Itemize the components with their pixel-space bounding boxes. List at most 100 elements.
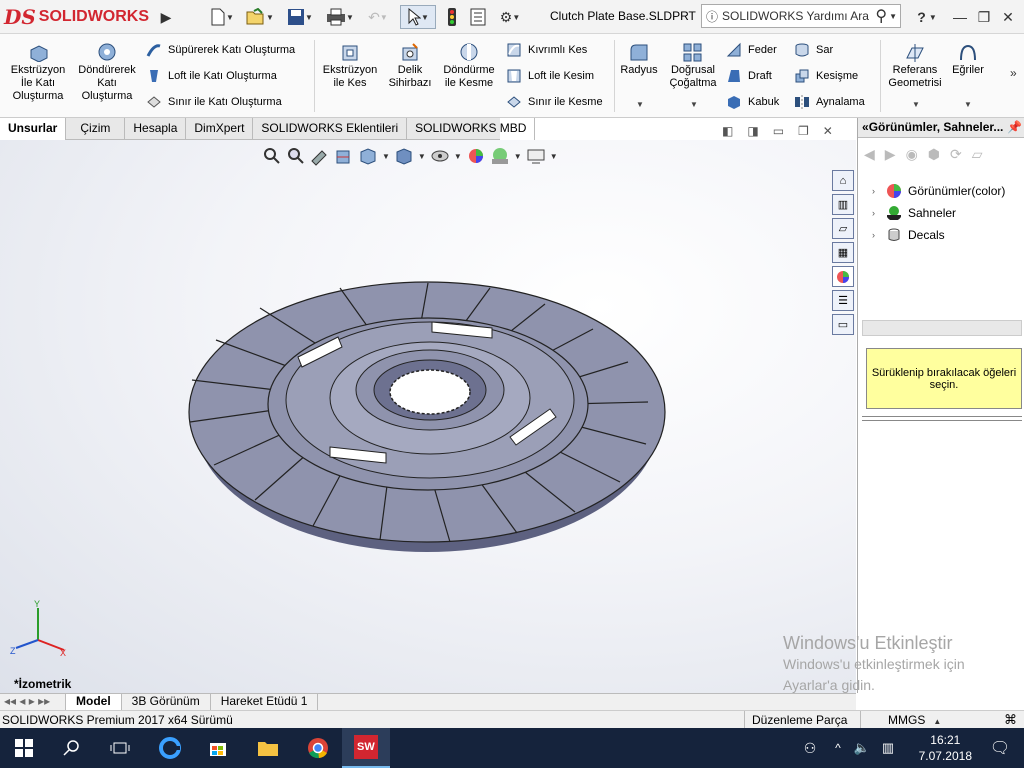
tag-icon[interactable]: ⌘ xyxy=(1004,712,1017,728)
view-settings-dropdown-icon[interactable]: ▼ xyxy=(550,152,558,161)
windows-start-icon[interactable] xyxy=(0,728,48,768)
search-taskbar-icon[interactable] xyxy=(48,728,96,768)
tile-left-icon[interactable]: ◧ xyxy=(722,124,733,138)
tree-item-decals[interactable]: › Decals xyxy=(872,226,945,244)
help-button[interactable]: ? ▼ xyxy=(912,5,942,29)
zoom-to-fit-icon[interactable] xyxy=(262,146,282,166)
solidworks-taskbar-icon[interactable]: SW xyxy=(342,728,390,768)
tab-3d-view[interactable]: 3B Görünüm xyxy=(122,694,211,710)
options-gear-icon[interactable]: ⚙ ▼ xyxy=(494,5,526,29)
tab-model[interactable]: Model xyxy=(66,694,122,710)
tree-item-appearances[interactable]: › Görünümler(color) xyxy=(872,182,1005,200)
undo-icon[interactable]: ↶ ▼ xyxy=(362,5,394,29)
appearances-tab-icon[interactable] xyxy=(832,266,854,287)
solidworks-logo[interactable]: DS SOLIDWORKS xyxy=(4,5,154,29)
forward-icon[interactable]: ▶ xyxy=(885,146,896,163)
tab-addins[interactable]: SOLIDWORKS Eklentileri xyxy=(253,118,408,140)
curves-button[interactable]: Eğriler xyxy=(948,42,988,77)
hide-show-dropdown-icon[interactable]: ▼ xyxy=(454,152,462,161)
forum-icon[interactable]: ▭ xyxy=(832,314,854,335)
fillet-button[interactable]: Radyus xyxy=(618,42,660,77)
sweep-button[interactable]: Süpürerek Katı Oluşturma xyxy=(146,40,295,60)
view-palette-icon[interactable]: ▦ xyxy=(832,242,854,263)
tab-features[interactable]: Unsurlar xyxy=(0,118,67,140)
units-selector[interactable]: MMGS ▲ xyxy=(888,713,941,727)
people-icon[interactable]: ⚇ xyxy=(796,728,824,768)
file-explorer-taskbar-icon[interactable] xyxy=(244,728,292,768)
shell-button[interactable]: Kabuk xyxy=(726,92,779,112)
zoom-to-area-icon[interactable] xyxy=(286,146,306,166)
notifications-icon[interactable]: 🗨 xyxy=(976,728,1024,768)
search-dropdown-icon[interactable]: ▼ xyxy=(889,12,897,21)
close-icon[interactable]: ✕ xyxy=(998,5,1018,29)
linear-pattern-button[interactable]: Doğrusal Çoğaltma xyxy=(664,42,722,90)
view-settings-icon[interactable] xyxy=(526,146,546,166)
boundary-cut-button[interactable]: Sınır ile Kesme xyxy=(506,92,603,112)
draft-button[interactable]: Draft xyxy=(726,66,772,86)
menu-expand-arrow-icon[interactable]: ▶ xyxy=(160,5,172,29)
hide-show-items-icon[interactable] xyxy=(430,146,450,166)
expand-arrow-icon[interactable]: › xyxy=(872,208,886,218)
extrude-button[interactable]: Ekstrüzyon İle Katı Oluşturma xyxy=(6,42,70,103)
panel-splitter[interactable] xyxy=(862,416,1022,421)
chrome-icon[interactable] xyxy=(294,728,342,768)
collapse-icon[interactable]: « xyxy=(862,120,869,134)
add-to-library-icon[interactable]: ◉ xyxy=(906,146,918,163)
clutch-plate-model[interactable] xyxy=(180,262,680,562)
home-icon[interactable]: ⌂ xyxy=(832,170,854,191)
tab-sketch[interactable]: Çizim xyxy=(66,118,126,140)
tab-motion-study[interactable]: Hareket Etüdü 1 xyxy=(211,694,319,710)
folder-icon[interactable]: ▱ xyxy=(972,146,983,163)
display-style-dropdown-icon[interactable]: ▼ xyxy=(418,152,426,161)
tile-right-icon[interactable]: ◨ xyxy=(747,124,758,138)
pin-icon[interactable]: 📌 xyxy=(1007,120,1022,134)
mirror-button[interactable]: Aynalama xyxy=(794,92,865,112)
swept-cut-button[interactable]: Kıvrımlı Kes xyxy=(506,40,587,60)
rib-button[interactable]: Feder xyxy=(726,40,777,60)
tab-scroll-arrows-icon[interactable]: ◂◂ ◂ ▸ ▸▸ xyxy=(0,694,66,710)
save-icon[interactable]: ▼ xyxy=(284,5,316,29)
show-hidden-icons-icon[interactable]: ^ xyxy=(828,728,848,768)
task-view-icon[interactable] xyxy=(96,728,144,768)
previous-view-icon[interactable] xyxy=(310,146,330,166)
taskbar-clock[interactable]: 16:21 7.07.2018 xyxy=(919,732,972,764)
open-icon[interactable]: ▼ xyxy=(244,5,276,29)
boundary-button[interactable]: Sınır ile Katı Oluşturma xyxy=(146,92,282,112)
doc-restore-icon[interactable]: ❐ xyxy=(798,124,809,138)
appearance-filter-icon[interactable]: ⬢ xyxy=(928,146,940,163)
reference-geometry-button[interactable]: Referans Geometrisi xyxy=(884,42,946,90)
expand-arrow-icon[interactable]: › xyxy=(872,186,886,196)
refresh-icon[interactable]: ⟳ xyxy=(950,146,962,163)
intersect-button[interactable]: Kesişme xyxy=(794,66,858,86)
apply-scene-icon[interactable] xyxy=(490,146,510,166)
store-icon[interactable] xyxy=(194,728,242,768)
wrap-button[interactable]: Sar xyxy=(794,40,833,60)
minimize-icon[interactable]: — xyxy=(950,5,970,29)
tab-evaluate[interactable]: Hesapla xyxy=(125,118,187,140)
apply-scene-dropdown-icon[interactable]: ▼ xyxy=(514,152,522,161)
help-search-input[interactable]: ⓘ SOLIDWORKS Yardımı Ara ⚲ ▼ xyxy=(701,4,901,28)
doc-minimize-icon[interactable]: ▭ xyxy=(773,124,784,138)
restore-icon[interactable]: ❐ xyxy=(974,5,994,29)
lofted-cut-button[interactable]: Loft ile Kesim xyxy=(506,66,594,86)
edit-appearance-icon[interactable] xyxy=(466,146,486,166)
expand-arrow-icon[interactable]: › xyxy=(872,230,886,240)
edge-icon[interactable] xyxy=(146,728,194,768)
display-style-icon[interactable] xyxy=(394,146,414,166)
file-properties-icon[interactable] xyxy=(468,5,488,29)
back-icon[interactable]: ◀ xyxy=(864,146,875,163)
extrude-cut-button[interactable]: Ekstrüzyon ile Kes xyxy=(318,42,382,90)
print-icon[interactable]: ▼ xyxy=(324,5,356,29)
tab-mbd[interactable]: SOLIDWORKS MBD xyxy=(407,118,536,140)
view-orientation-icon[interactable] xyxy=(358,146,378,166)
search-icon[interactable]: ⚲ xyxy=(875,6,887,26)
select-icon[interactable]: ▼ xyxy=(400,5,436,29)
volume-icon[interactable]: 🔈 xyxy=(850,728,874,768)
pattern-dropdown-icon[interactable]: ▼ xyxy=(690,100,698,109)
tab-dimxpert[interactable]: DimXpert xyxy=(186,118,254,140)
new-icon[interactable]: ▼ xyxy=(206,5,238,29)
revolve-cut-button[interactable]: Döndürme ile Kesme xyxy=(440,42,498,90)
more-commands-icon[interactable]: » xyxy=(1010,66,1017,80)
section-view-icon[interactable] xyxy=(334,146,354,166)
fillet-dropdown-icon[interactable]: ▼ xyxy=(636,100,644,109)
